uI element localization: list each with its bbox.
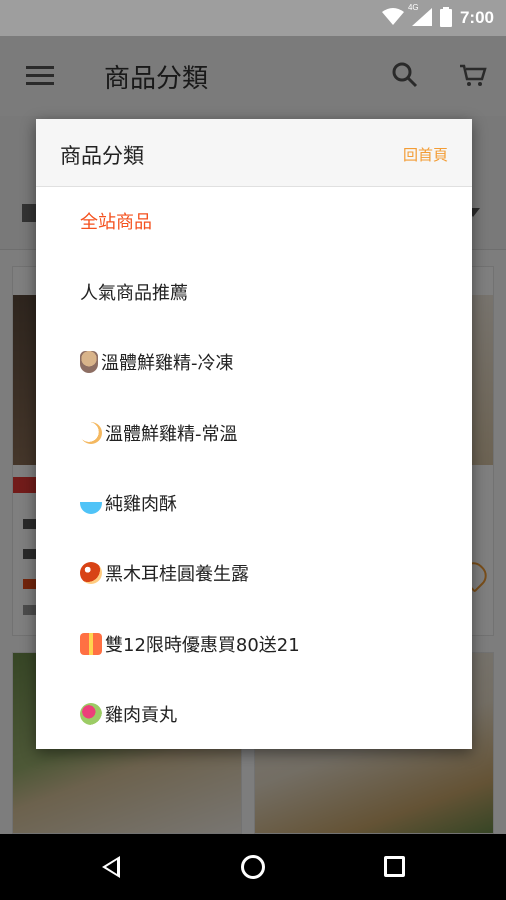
recents-icon[interactable] [384, 856, 405, 877]
category-item-chicken-essence-room-temp[interactable]: 溫體鮮雞精-常溫 [80, 413, 238, 453]
network-type-label: 4G [407, 2, 419, 12]
category-item-double12-promo[interactable]: 雙12限時優惠買80送21 [80, 624, 300, 664]
category-label: 雙12限時優惠買80送21 [105, 635, 300, 656]
category-label: 人氣商品推薦 [80, 283, 188, 304]
status-time: 7:00 [459, 8, 494, 27]
dialog-title: 商品分類 [60, 144, 144, 168]
home-link[interactable]: 回首頁 [403, 144, 448, 165]
category-label: 溫體鮮雞精-冷凍 [101, 353, 234, 374]
category-label: 黑木耳桂圓養生露 [105, 564, 249, 585]
category-label: 溫體鮮雞精-常溫 [105, 424, 238, 445]
navigation-bar [0, 834, 506, 900]
battery-icon [439, 6, 452, 30]
category-item-chicken-meatballs[interactable]: 雞肉貢丸 [80, 694, 177, 734]
cellular-signal-icon: 4G [408, 3, 432, 29]
category-label: 雞肉貢丸 [105, 705, 177, 726]
category-label: 純雞肉酥 [105, 494, 177, 515]
gift-emoji-icon [80, 633, 102, 655]
wifi-icon [381, 7, 404, 29]
category-item-chicken-essence-frozen[interactable]: 溫體鮮雞精-冷凍 [80, 342, 234, 382]
home-icon[interactable] [241, 855, 265, 879]
category-item-chicken-floss[interactable]: 純雞肉酥 [80, 483, 177, 523]
rice-bowl-emoji-icon [80, 492, 102, 514]
category-item-fungus-longan-drink[interactable]: 黑木耳桂圓養生露 [80, 553, 249, 593]
category-label: 全站商品 [80, 212, 152, 233]
chick-emoji-icon [80, 422, 102, 444]
category-item-popular[interactable]: 人氣商品推薦 [80, 272, 188, 312]
mushroom-emoji-icon [80, 562, 102, 584]
dango-emoji-icon [80, 703, 102, 725]
category-item-all[interactable]: 全站商品 [80, 201, 152, 241]
back-icon[interactable] [102, 856, 120, 878]
bottle-emoji-icon [80, 351, 98, 373]
status-bar: 4G 7:00 [0, 0, 506, 36]
dialog-header: 商品分類 回首頁 [36, 119, 472, 187]
category-dialog: 商品分類 回首頁 全站商品 人氣商品推薦 溫體鮮雞精-冷凍 溫體鮮雞精-常溫 純… [36, 119, 472, 749]
